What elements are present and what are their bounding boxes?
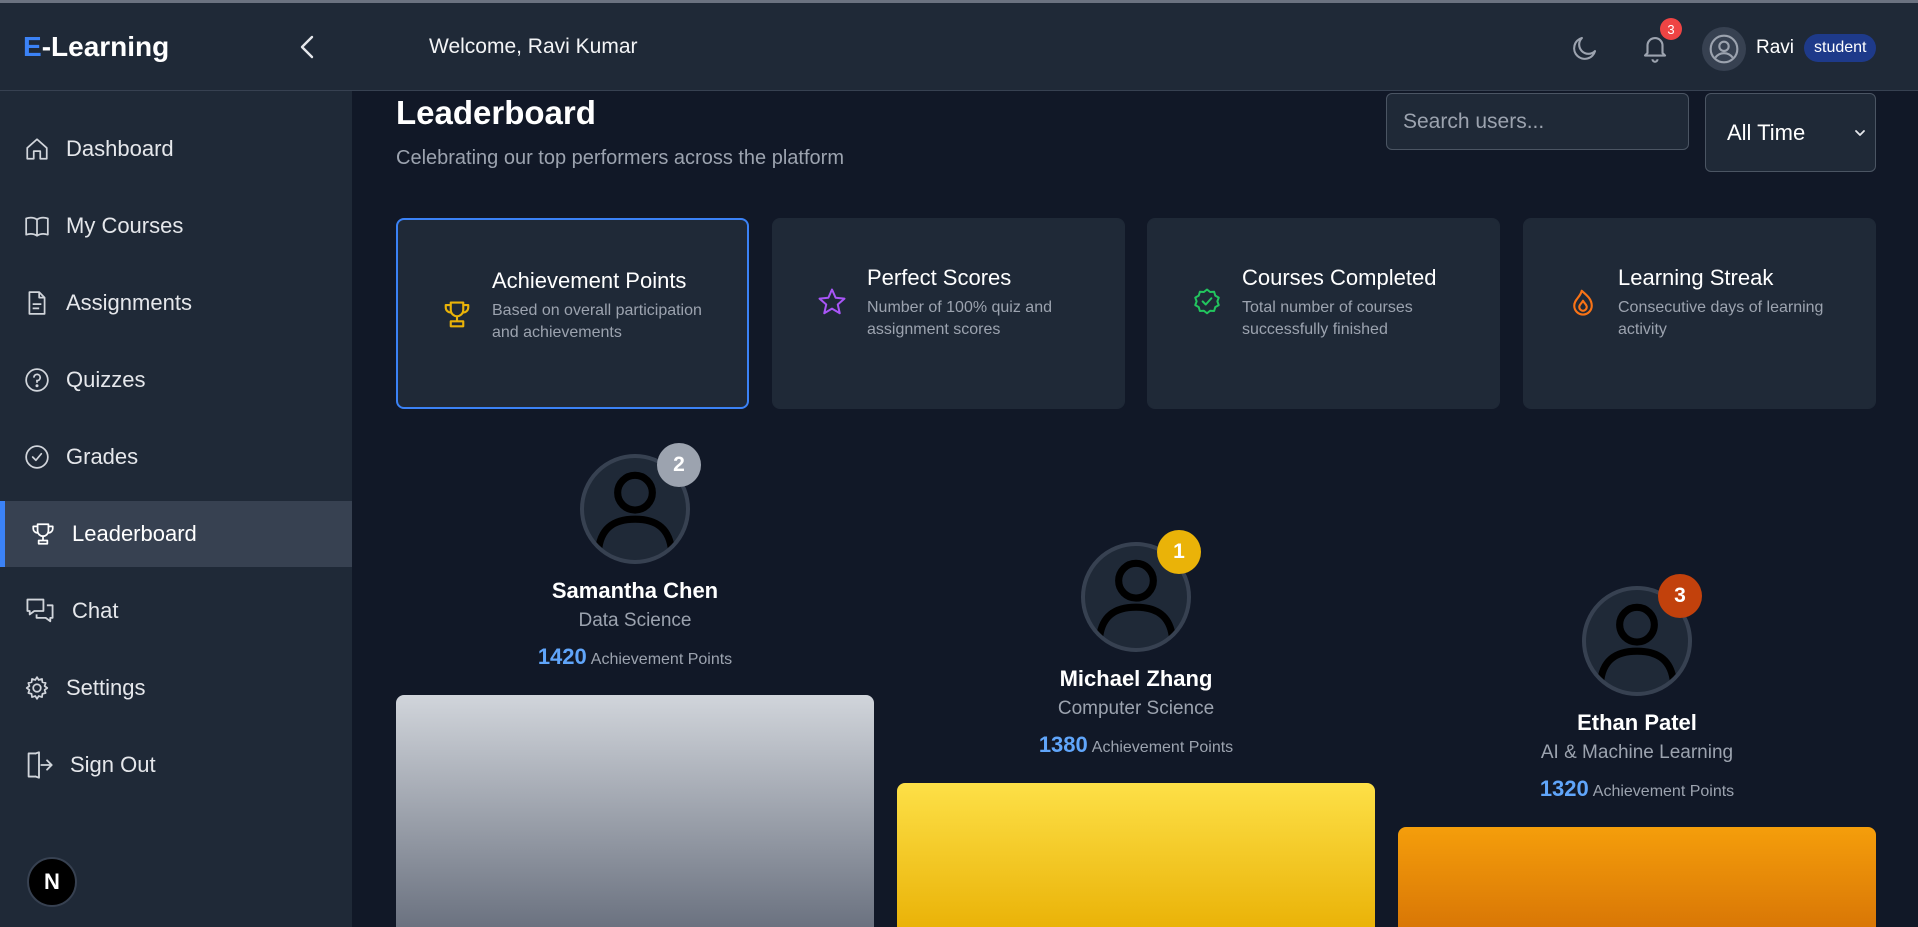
category-description: Total number of courses successfully fin… <box>1242 299 1413 338</box>
sidebar-item-assignments[interactable]: Assignments <box>0 270 352 336</box>
gear-icon <box>24 675 50 701</box>
sidebar-item-label: Settings <box>66 675 146 700</box>
star-icon <box>818 288 846 315</box>
podium-block-bronze <box>1398 827 1876 927</box>
page-title: Leaderboard <box>396 94 596 131</box>
trophy-icon <box>444 301 470 328</box>
sidebar-item-label: Chat <box>72 598 119 623</box>
category-card-courses-completed[interactable]: Courses Completed Total number of course… <box>1147 218 1500 409</box>
category-title: Perfect Scores <box>867 265 1012 290</box>
badge-check-icon <box>1194 288 1220 315</box>
category-card-perfect-scores[interactable]: Perfect Scores Number of 100% quiz and a… <box>772 218 1125 409</box>
notification-count-badge: 3 <box>1660 18 1682 40</box>
category-title: Courses Completed <box>1242 265 1437 290</box>
window-top-border <box>0 0 1918 3</box>
time-filter-select[interactable]: All Time <box>1705 93 1876 172</box>
chat-icon <box>24 598 56 624</box>
document-icon <box>24 290 50 316</box>
brand-logo[interactable]: E-Learning <box>23 31 169 63</box>
welcome-text: Welcome, Ravi Kumar <box>429 35 638 58</box>
category-card-achievement-points[interactable]: Achievement Points Based on overall part… <box>396 218 749 409</box>
sidebar-item-settings[interactable]: Settings <box>0 655 352 721</box>
category-title: Learning Streak <box>1618 265 1774 290</box>
moon-icon[interactable] <box>1570 33 1600 63</box>
check-circle-icon <box>24 444 50 470</box>
sidebar-item-label: My Courses <box>66 213 184 238</box>
podium-block-silver <box>396 695 874 927</box>
home-icon <box>24 136 50 162</box>
rank-badge: 2 <box>657 443 701 487</box>
sidebar-item-sign-out[interactable]: Sign Out <box>0 732 352 798</box>
leader-name: Michael Zhang <box>1059 666 1213 691</box>
leader-department: AI & Machine Learning <box>1540 742 1734 763</box>
category-description: Number of 100% quiz and assignment score… <box>867 299 1052 338</box>
sidebar-item-my-courses[interactable]: My Courses <box>0 193 352 259</box>
search-users-input[interactable] <box>1386 93 1689 150</box>
time-filter-value: All Time <box>1727 119 1806 145</box>
user-avatar[interactable] <box>1702 27 1746 71</box>
sidebar-item-dashboard[interactable]: Dashboard <box>0 116 352 182</box>
sign-out-icon <box>24 751 54 779</box>
rank-badge: 1 <box>1157 530 1201 574</box>
sidebar-item-label: Quizzes <box>66 367 146 392</box>
sidebar-item-label: Sign Out <box>70 752 156 777</box>
page-subtitle: Celebrating our top performers across th… <box>396 147 844 169</box>
book-icon <box>24 213 50 239</box>
top-header: Welcome, Ravi Kumar 3 Ravi student <box>352 3 1918 91</box>
sidebar: E-Learning Dashboard My Courses Assignme… <box>0 3 352 927</box>
sidebar-item-label: Leaderboard <box>72 521 197 546</box>
rank-badge: 3 <box>1658 574 1702 618</box>
podium-block-gold <box>897 783 1375 927</box>
question-icon <box>24 367 50 393</box>
category-card-learning-streak[interactable]: Learning Streak Consecutive days of lear… <box>1523 218 1876 409</box>
category-title: Achievement Points <box>492 268 687 293</box>
role-badge: student <box>1804 34 1877 62</box>
leader-department: Computer Science <box>1057 698 1215 719</box>
leader-points: 1420 Achievement Points <box>537 644 733 669</box>
leader-name: Samantha Chen <box>551 578 719 603</box>
sidebar-nav: Dashboard My Courses Assignments Quizzes… <box>0 116 352 809</box>
leader-department: Data Science <box>578 610 692 631</box>
flame-icon <box>1573 289 1593 316</box>
collapse-sidebar-icon[interactable] <box>296 33 320 61</box>
category-description: Consecutive days of learning activity <box>1618 299 1824 338</box>
leader-points: 1320 Achievement Points <box>1539 776 1735 801</box>
leader-points: 1380 Achievement Points <box>1038 732 1234 757</box>
chevron-down-icon <box>1855 130 1865 136</box>
sidebar-item-grades[interactable]: Grades <box>0 424 352 490</box>
sidebar-item-chat[interactable]: Chat <box>0 578 352 644</box>
sidebar-item-leaderboard[interactable]: Leaderboard <box>0 501 352 567</box>
sidebar-item-label: Assignments <box>66 290 192 315</box>
brand: E-Learning <box>0 3 352 91</box>
sidebar-item-label: Dashboard <box>66 136 174 161</box>
sidebar-item-label: Grades <box>66 444 139 469</box>
trophy-icon <box>30 521 56 547</box>
user-circle-icon <box>1709 34 1739 64</box>
category-description: Based on overall participation and achie… <box>492 302 702 341</box>
user-name[interactable]: Ravi <box>1756 37 1794 59</box>
sidebar-item-quizzes[interactable]: Quizzes <box>0 347 352 413</box>
dev-tools-badge[interactable]: N <box>27 857 77 907</box>
leader-name: Ethan Patel <box>1577 710 1697 735</box>
